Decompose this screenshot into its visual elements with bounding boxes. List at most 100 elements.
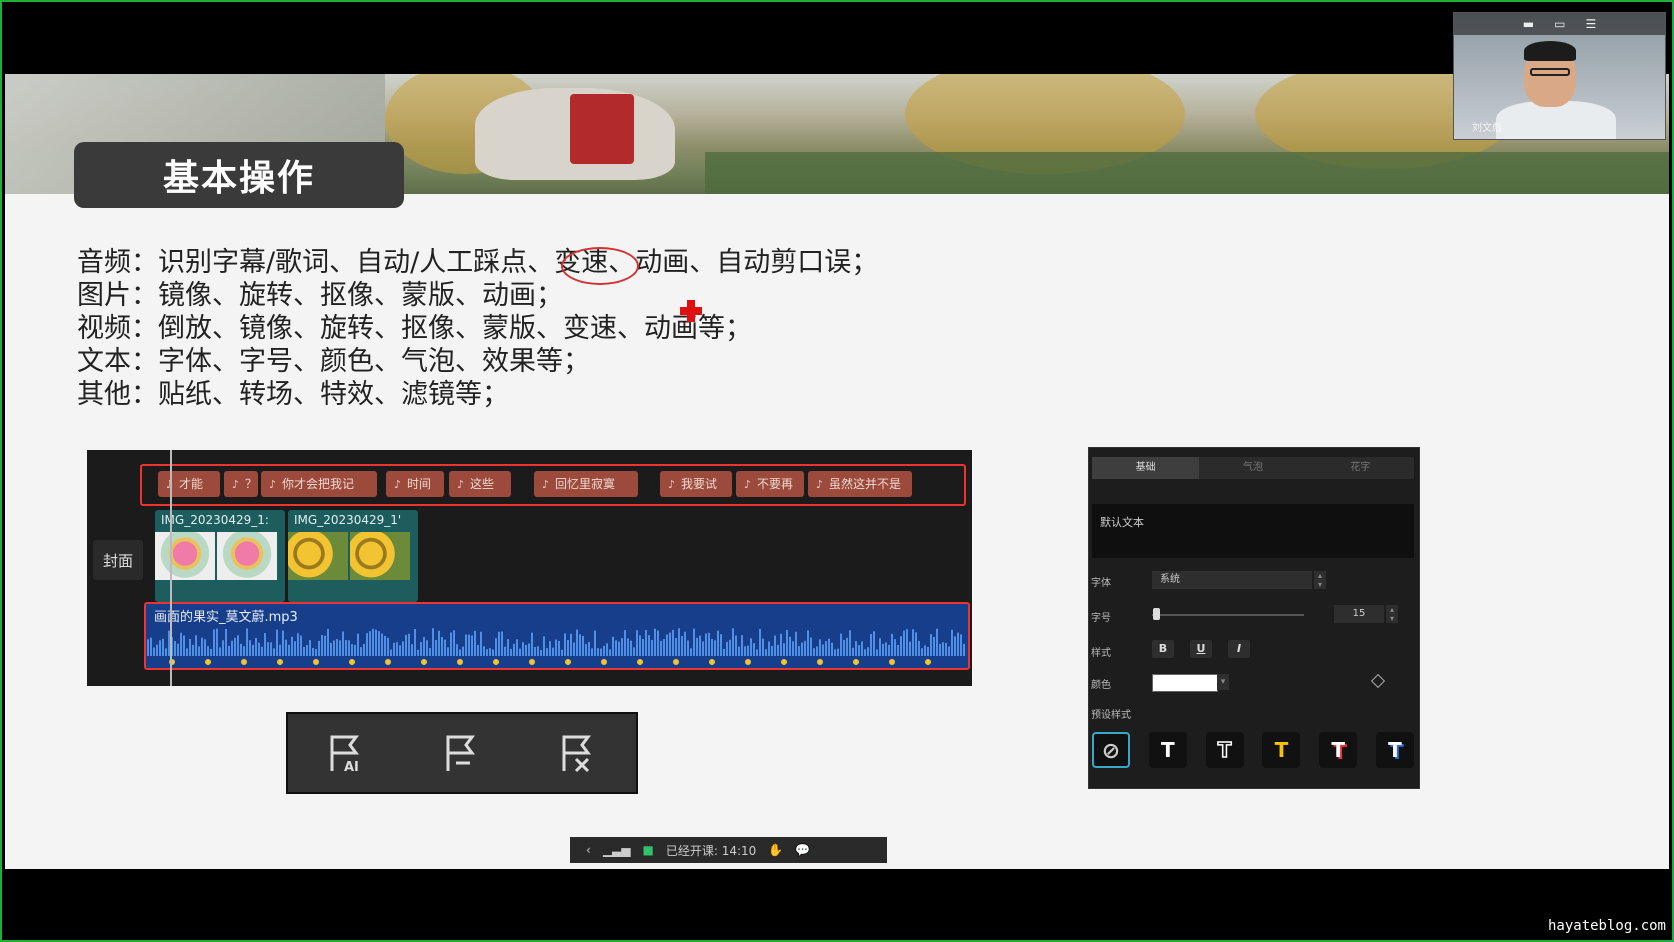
tiktok-note-icon: ♪ bbox=[232, 478, 240, 491]
tab-bubble[interactable]: 气泡 bbox=[1199, 457, 1306, 479]
subtitle-clip[interactable]: ♪ 虽然这并不是 bbox=[808, 471, 912, 497]
beat-marker bbox=[673, 659, 679, 665]
text-properties-panel: 基础 气泡 花字 默认文本 字体 系统 ▴ ▾ 字号 15 ▴ ▾ 样式 B U I… bbox=[1088, 447, 1420, 789]
screen-frame: 基本操作 音频：识别字幕/歌词、自动/人工踩点、变速、动画、自动剪口误； 图片：… bbox=[0, 0, 1674, 942]
preset-white-icon[interactable]: T bbox=[1148, 732, 1187, 768]
clip-name: IMG_20230429_1: bbox=[161, 513, 269, 527]
underline-button[interactable]: U bbox=[1190, 640, 1212, 658]
subtitle-clip[interactable]: ♪ 时间 bbox=[386, 471, 444, 497]
red-plaque bbox=[570, 94, 634, 164]
tiktok-note-icon: ♪ bbox=[668, 478, 676, 491]
presentation-slide: 基本操作 音频：识别字幕/歌词、自动/人工踩点、变速、动画、自动剪口误； 图片：… bbox=[5, 74, 1669, 869]
beat-marker bbox=[493, 659, 499, 665]
slide-content: 音频：识别字幕/歌词、自动/人工踩点、变速、动画、自动剪口误； 图片：镜像、旋转… bbox=[77, 246, 878, 411]
hedge bbox=[705, 152, 1669, 194]
tiktok-note-icon: ♪ bbox=[816, 478, 824, 491]
beat-marker bbox=[817, 659, 823, 665]
beat-marker bbox=[205, 659, 211, 665]
preset-none-icon[interactable]: ⊘ bbox=[1092, 732, 1130, 768]
tiktok-note-icon: ♪ bbox=[269, 478, 277, 491]
italic-button[interactable]: I bbox=[1228, 640, 1250, 658]
slide-title: 基本操作 bbox=[74, 142, 404, 208]
audio-track[interactable]: 画面的果实_莫文蔚.mp3 bbox=[144, 602, 970, 670]
beat-marker bbox=[565, 659, 571, 665]
beat-marker bbox=[385, 659, 391, 665]
preset-red-shadow-icon[interactable]: T bbox=[1319, 732, 1358, 768]
tab-fancy-text[interactable]: 花字 bbox=[1307, 457, 1414, 479]
font-spin-icon[interactable]: ▴ ▾ bbox=[1314, 571, 1326, 589]
cover-button[interactable]: 封面 bbox=[93, 540, 143, 580]
minimize-icon[interactable]: ▬ bbox=[1523, 13, 1534, 35]
meeting-status-bar: ‹ ▁▃▅ ■ 已经开课: 14:10 ✋ 💬 bbox=[570, 837, 887, 863]
color-picker[interactable] bbox=[1152, 674, 1218, 692]
bold-button[interactable]: B bbox=[1152, 640, 1174, 658]
font-label: 字体 bbox=[1091, 578, 1111, 589]
size-slider-handle[interactable] bbox=[1153, 608, 1160, 620]
beat-marker bbox=[781, 659, 787, 665]
beat-marker bbox=[745, 659, 751, 665]
svg-text:AI: AI bbox=[344, 760, 359, 775]
panel-tabs: 基础 气泡 花字 bbox=[1092, 457, 1414, 479]
clear-beat-icon[interactable] bbox=[556, 731, 600, 775]
annotation-circle bbox=[561, 247, 639, 285]
beat-marker bbox=[637, 659, 643, 665]
auto-beat-icon[interactable]: AI bbox=[324, 731, 368, 775]
subtitle-clip[interactable]: ♪ 回忆里寂寞 bbox=[534, 471, 638, 497]
subtitle-clip[interactable]: ♪？ bbox=[224, 471, 258, 497]
video-clip[interactable]: IMG_20230429_1: bbox=[155, 510, 285, 602]
beat-toolbar: AI bbox=[286, 712, 638, 794]
tiktok-note-icon: ♪ bbox=[457, 478, 465, 491]
manual-beat-icon[interactable] bbox=[440, 731, 484, 775]
subtitle-clip[interactable]: ♪ 我要试 bbox=[660, 471, 732, 497]
recording-icon: ■ bbox=[642, 843, 654, 857]
beat-marker bbox=[853, 659, 859, 665]
tiktok-note-icon: ♪ bbox=[394, 478, 402, 491]
collapse-icon[interactable]: ‹ bbox=[586, 843, 591, 857]
subtitle-clip[interactable]: ♪ 你才会把我记 bbox=[261, 471, 377, 497]
chevron-down-icon[interactable]: ▾ bbox=[1217, 674, 1229, 690]
signal-icon: ▁▃▅ bbox=[602, 843, 631, 857]
beat-marker bbox=[925, 659, 931, 665]
presenter-hair bbox=[1524, 41, 1576, 61]
preset-yellow-icon[interactable]: T bbox=[1262, 732, 1301, 768]
preset-outline-icon[interactable]: T bbox=[1205, 732, 1244, 768]
watermark: hayateblog.com bbox=[1547, 918, 1666, 934]
menu-icon[interactable]: ☰ bbox=[1585, 13, 1596, 35]
chat-icon[interactable]: 💬 bbox=[795, 843, 810, 857]
font-select[interactable]: 系统 bbox=[1152, 571, 1312, 589]
subtitle-clip[interactable]: ♪ 不要再 bbox=[736, 471, 804, 497]
beat-marker bbox=[709, 659, 715, 665]
hand-raise-icon[interactable]: ✋ bbox=[768, 843, 783, 857]
editor-timeline: 封面 ♪才能 ♪？ ♪你才会把我记 ♪时间 ♪这些 ♪回忆里寂寞 ♪我要试 ♪不… bbox=[87, 450, 972, 686]
subtitle-clip[interactable]: ♪ 这些 bbox=[449, 471, 511, 497]
beat-marker bbox=[277, 659, 283, 665]
clip-thumbnail bbox=[217, 532, 277, 580]
beat-marker bbox=[457, 659, 463, 665]
status-text: 已经开课: 14:10 bbox=[665, 843, 757, 858]
playhead[interactable] bbox=[170, 450, 172, 686]
size-input[interactable]: 15 bbox=[1334, 605, 1384, 623]
content-line: 音频：识别字幕/歌词、自动/人工踩点、变速、动画、自动剪口误； bbox=[77, 247, 879, 278]
beat-marker bbox=[241, 659, 247, 665]
style-label: 样式 bbox=[1091, 648, 1111, 659]
tiktok-note-icon: ♪ bbox=[744, 478, 752, 491]
content-line: 图片：镜像、旋转、抠像、蒙版、动画； bbox=[77, 280, 563, 311]
size-spin-icon[interactable]: ▴ ▾ bbox=[1386, 605, 1398, 623]
text-content-input[interactable]: 默认文本 bbox=[1092, 504, 1414, 558]
presenter-glasses bbox=[1530, 68, 1570, 76]
keyframe-icon[interactable] bbox=[1370, 673, 1386, 689]
content-line: 文本：字体、字号、颜色、气泡、效果等； bbox=[77, 346, 590, 377]
beat-marker bbox=[601, 659, 607, 665]
preset-styles: ⊘ T T T T T bbox=[1092, 732, 1414, 768]
restore-icon[interactable]: ▭ bbox=[1554, 13, 1565, 35]
video-clip[interactable]: IMG_20230429_1' bbox=[288, 510, 418, 602]
preset-label: 预设样式 bbox=[1091, 710, 1131, 721]
presenter-video[interactable]: ▬ ▭ ☰ 刘文彪 bbox=[1453, 12, 1666, 140]
size-slider-track[interactable] bbox=[1152, 614, 1304, 616]
audio-waveform bbox=[147, 628, 965, 665]
tab-basic[interactable]: 基础 bbox=[1092, 457, 1200, 479]
subtitle-clip[interactable]: ♪才能 bbox=[158, 471, 220, 497]
presenter-name: 刘文彪 bbox=[1472, 123, 1502, 134]
beat-marker bbox=[889, 659, 895, 665]
preset-blue-shadow-icon[interactable]: T bbox=[1375, 732, 1414, 768]
